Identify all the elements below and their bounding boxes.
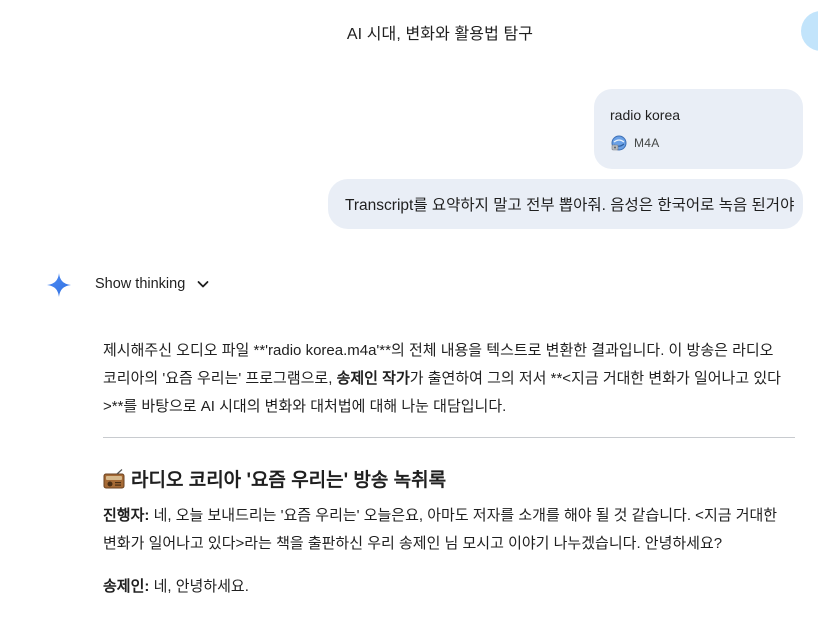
- transcript-entry: 송제인: 네, 안녕하세요.: [103, 573, 803, 601]
- show-thinking-label: Show thinking: [95, 276, 186, 292]
- attachment-file-type: M4A: [634, 136, 660, 150]
- transcript-heading-text: 라디오 코리아 '요즘 우리는' 방송 녹취록: [131, 470, 447, 491]
- conversation-title: AI 시대, 변화와 활용법 탐구: [346, 26, 534, 43]
- attachment-meta: M4A: [610, 134, 660, 152]
- divider: [103, 437, 795, 438]
- speaker-text: 네, 안녕하세요.: [149, 578, 249, 595]
- intro-text: 코리아의 '요즘 우리는' 프로그램으로,: [103, 370, 337, 387]
- intro-line: 제시해주신 오디오 파일 **'radio korea.m4a'**의 전체 내…: [103, 342, 774, 359]
- speaker-text: 변화가 일어나고 있다>라는 책을 출판하신 우리 송제인 님 모시고 이야기 …: [103, 535, 723, 552]
- avatar[interactable]: [801, 11, 818, 51]
- response-intro: 제시해주신 오디오 파일 **'radio korea.m4a'**의 전체 내…: [103, 337, 803, 421]
- audio-file-icon: [611, 135, 627, 151]
- intro-line: 코리아의 '요즘 우리는' 프로그램으로, 송제인 작가가 출연하여 그의 저서…: [103, 365, 803, 393]
- show-thinking-toggle[interactable]: Show thinking: [95, 276, 211, 292]
- gemini-spark-icon: [47, 273, 71, 297]
- user-message-text: Transcript를 요약하지 말고 전부 뽑아줘. 음성은 한국어로 녹음 …: [345, 197, 795, 214]
- user-message-bubble: Transcript를 요약하지 말고 전부 뽑아줘. 음성은 한국어로 녹음 …: [328, 179, 803, 229]
- transcript-heading: 라디오 코리아 '요즘 우리는' 방송 녹취록: [103, 465, 446, 492]
- chevron-down-icon: [197, 281, 209, 288]
- attachment-file-name: radio korea: [610, 107, 681, 123]
- intro-bold-text: 송제인 작가: [336, 370, 410, 387]
- radio-icon: [103, 468, 125, 488]
- intro-line: >**를 바탕으로 AI 시대의 변화와 대처법에 대해 나눈 대담입니다.: [103, 398, 507, 415]
- speaker-text: 네, 오늘 보내드리는 '요즘 우리는' 오늘은요, 아마도 저자를 소개를 해…: [149, 507, 778, 524]
- speaker-label: 진행자:: [103, 507, 150, 524]
- attachment-card[interactable]: radio korea M4A: [594, 89, 803, 169]
- speaker-label: 송제인:: [103, 578, 150, 595]
- transcript-entry: 진행자: 네, 오늘 보내드리는 '요즘 우리는' 오늘은요, 아마도 저자를 …: [103, 502, 803, 558]
- intro-text: 가 출연하여 그의 저서 **<지금 거대한 변화가 일어나고 있다: [409, 370, 781, 387]
